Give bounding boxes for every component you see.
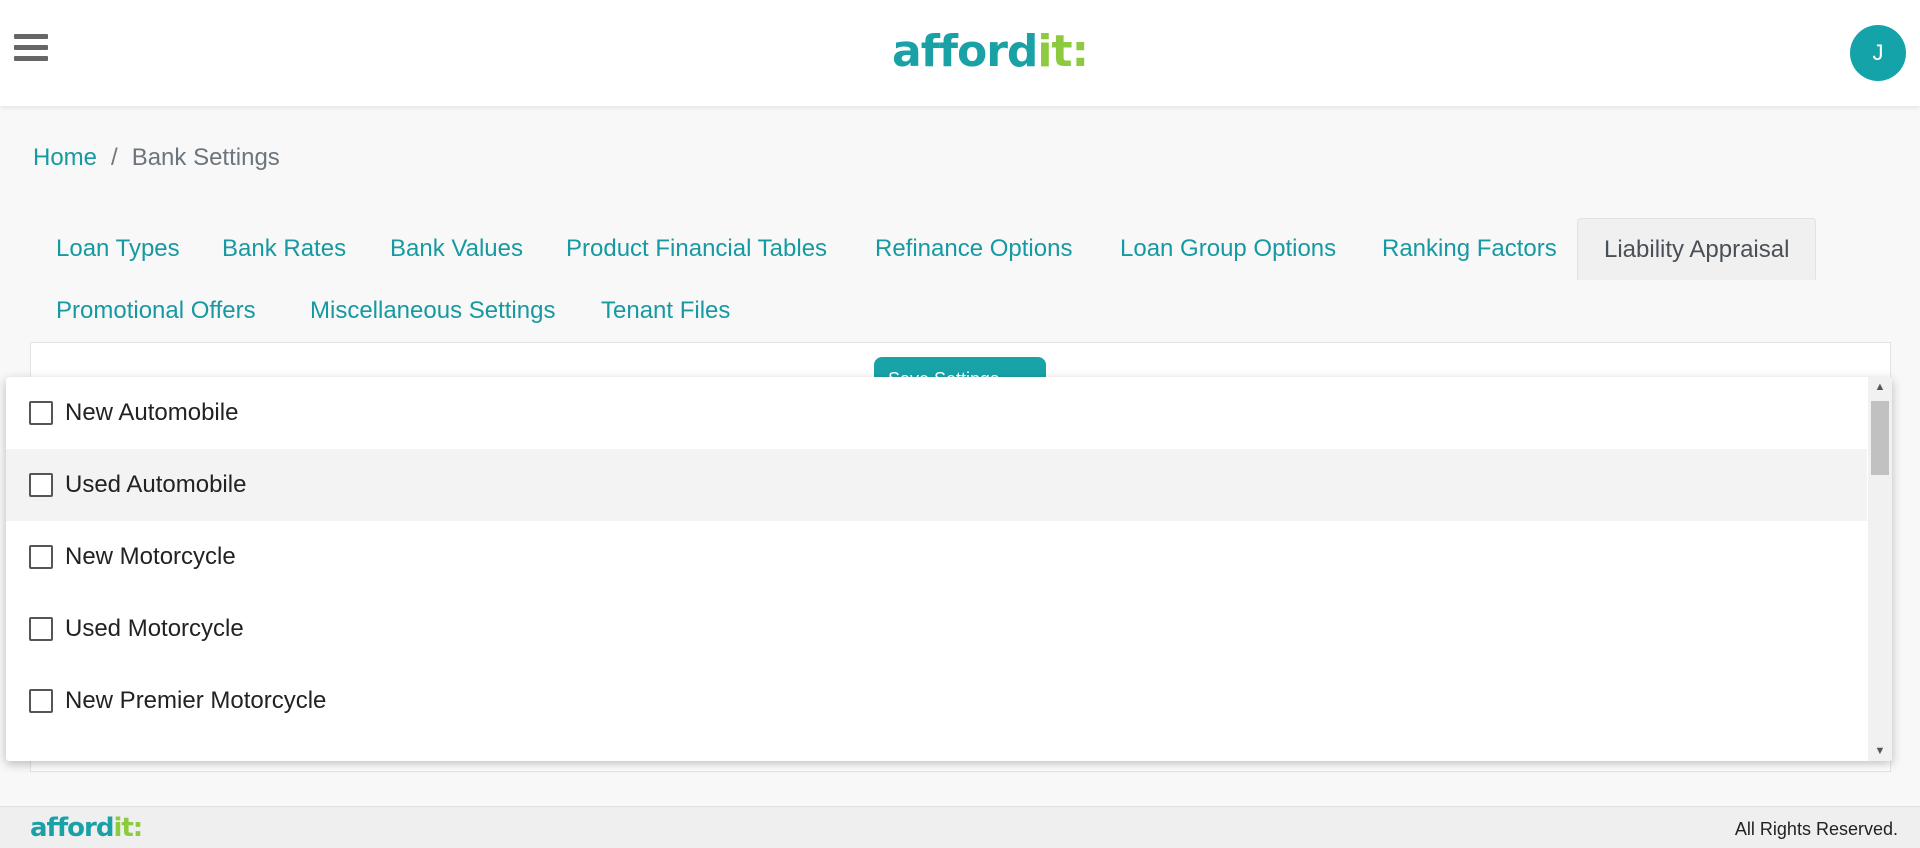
tab-refinance-options[interactable]: Refinance Options <box>849 218 1098 280</box>
scroll-up-arrow-icon[interactable]: ▲ <box>1868 377 1892 397</box>
copyright-text: All Rights Reserved. <box>1734 819 1898 839</box>
breadcrumb-separator: / <box>111 144 118 171</box>
scrollbar-thumb[interactable] <box>1871 401 1889 475</box>
brand-logo[interactable]: affordit: <box>892 26 1089 78</box>
option-checkbox[interactable] <box>29 401 53 425</box>
option-label: Used Automobile <box>65 471 247 498</box>
option-checkbox[interactable] <box>29 689 53 713</box>
breadcrumb-home-link[interactable]: Home <box>33 144 97 171</box>
option-label: New Motorcycle <box>65 543 236 570</box>
option-label: New Premier Motorcycle <box>65 687 327 714</box>
tab-tenant-files[interactable]: Tenant Files <box>575 280 756 342</box>
footer: affordit: All Rights Reserved. <box>0 806 1920 848</box>
tab-bank-values[interactable]: Bank Values <box>364 218 549 280</box>
footer-logo: affordit: <box>30 813 143 843</box>
avatar-initial: J <box>1872 40 1884 65</box>
dropdown-option[interactable]: New Premier Motorcycle <box>6 665 1867 737</box>
top-bar: affordit: J <box>0 0 1920 106</box>
tab-promotional-offers[interactable]: Promotional Offers <box>30 280 282 342</box>
scroll-down-arrow-icon[interactable]: ▼ <box>1868 741 1892 761</box>
dropdown-option[interactable]: Used Automobile <box>6 449 1867 521</box>
dropdown-option[interactable]: New Automobile <box>6 377 1867 449</box>
option-label: New Automobile <box>65 399 239 426</box>
tab-loan-group-options[interactable]: Loan Group Options <box>1094 218 1362 280</box>
option-checkbox[interactable] <box>29 473 53 497</box>
tab-miscellaneous-settings[interactable]: Miscellaneous Settings <box>284 280 581 342</box>
dropdown-scrollbar[interactable]: ▲ ▼ <box>1868 377 1892 761</box>
option-checkbox[interactable] <box>29 617 53 641</box>
tab-bank-rates[interactable]: Bank Rates <box>196 218 372 280</box>
tab-liability-appraisal[interactable]: Liability Appraisal <box>1577 218 1817 280</box>
breadcrumb: Home / Bank Settings <box>33 144 280 172</box>
user-avatar[interactable]: J <box>1850 25 1906 81</box>
settings-tabs: Loan Types Bank Rates Bank Values Produc… <box>30 218 1890 342</box>
tab-loan-types[interactable]: Loan Types <box>30 218 206 280</box>
dropdown-option[interactable]: Used Motorcycle <box>6 593 1867 665</box>
loan-type-dropdown[interactable]: New Automobile Used Automobile New Motor… <box>6 377 1892 761</box>
option-label: Used Motorcycle <box>65 615 244 642</box>
dropdown-option[interactable]: New Motorcycle <box>6 521 1867 593</box>
tab-ranking-factors[interactable]: Ranking Factors <box>1356 218 1583 280</box>
hamburger-menu-icon[interactable] <box>14 34 48 68</box>
option-checkbox[interactable] <box>29 545 53 569</box>
breadcrumb-current: Bank Settings <box>131 144 280 171</box>
tab-product-financial-tables[interactable]: Product Financial Tables <box>540 218 853 280</box>
